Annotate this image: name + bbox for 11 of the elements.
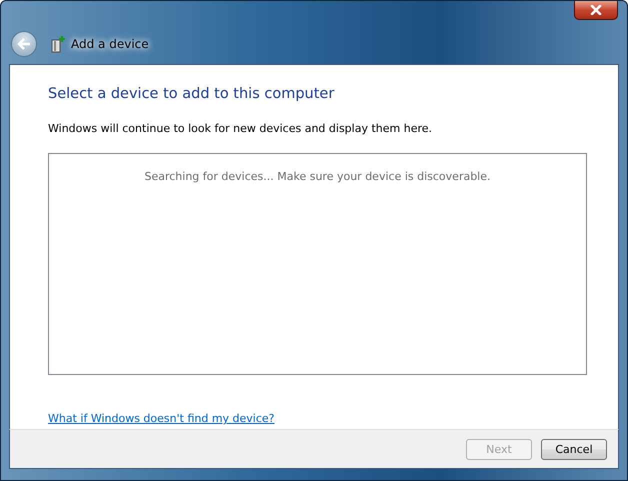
page-heading: Select a device to add to this computer [48,86,336,102]
back-button[interactable] [11,30,37,56]
device-add-icon [51,34,65,52]
back-arrow-icon [16,36,32,50]
window-title: Add a device [71,36,149,50]
close-icon [589,5,603,15]
search-status-text: Searching for devices... Make sure your device is discoverable. [144,170,491,183]
help-link[interactable]: What if Windows doesn't find my device? [48,412,275,425]
close-button[interactable] [574,1,618,20]
description-text: Windows will continue to look for new devices and display them here. [48,122,434,135]
cancel-button[interactable]: Cancel [541,438,607,460]
